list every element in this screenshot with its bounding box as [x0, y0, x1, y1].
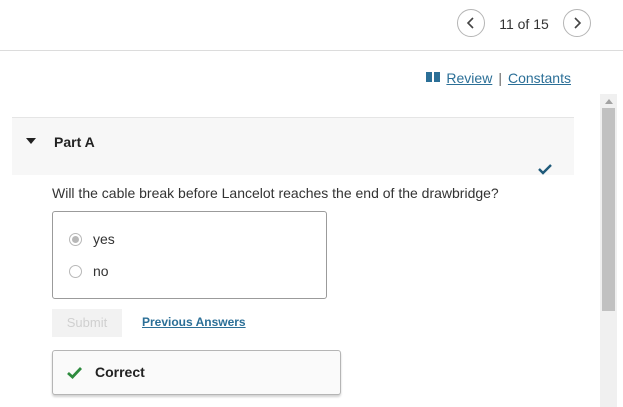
- radio-no[interactable]: [69, 264, 82, 278]
- top-navigation-bar: 11 of 15: [0, 0, 623, 51]
- option-no[interactable]: no: [69, 263, 109, 279]
- option-label: yes: [93, 231, 115, 247]
- scrollbar-thumb[interactable]: [602, 108, 615, 311]
- part-a-header[interactable]: Part A: [12, 117, 574, 175]
- chevron-left-icon: [466, 17, 474, 29]
- result-feedback: Correct: [52, 350, 341, 395]
- checkmark-icon: [538, 164, 552, 175]
- item-counter: 11 of 15: [499, 16, 549, 32]
- previous-answers-link[interactable]: Previous Answers: [142, 315, 246, 329]
- submit-button[interactable]: Submit: [52, 309, 122, 337]
- option-yes[interactable]: yes: [69, 231, 115, 247]
- result-text: Correct: [95, 364, 145, 380]
- review-link-label: Review: [446, 70, 493, 86]
- scroll-up-arrow-icon[interactable]: [600, 94, 617, 108]
- link-separator: |: [498, 70, 502, 86]
- question-text: Will the cable break before Lancelot rea…: [52, 185, 499, 201]
- constants-link[interactable]: Constants: [508, 70, 571, 86]
- answer-options: yes no: [52, 211, 327, 299]
- radio-yes[interactable]: [69, 232, 82, 246]
- chevron-right-icon: [574, 17, 582, 29]
- resource-links: Review | Constants: [426, 70, 571, 86]
- checkmark-icon: [67, 367, 82, 379]
- book-icon: [426, 72, 441, 82]
- previous-item-button[interactable]: [457, 9, 485, 37]
- option-label: no: [93, 263, 109, 279]
- collapse-caret-icon[interactable]: [26, 138, 36, 144]
- part-title: Part A: [54, 134, 95, 150]
- review-link[interactable]: Review: [426, 70, 492, 86]
- next-item-button[interactable]: [563, 9, 591, 37]
- vertical-scrollbar[interactable]: [600, 94, 617, 407]
